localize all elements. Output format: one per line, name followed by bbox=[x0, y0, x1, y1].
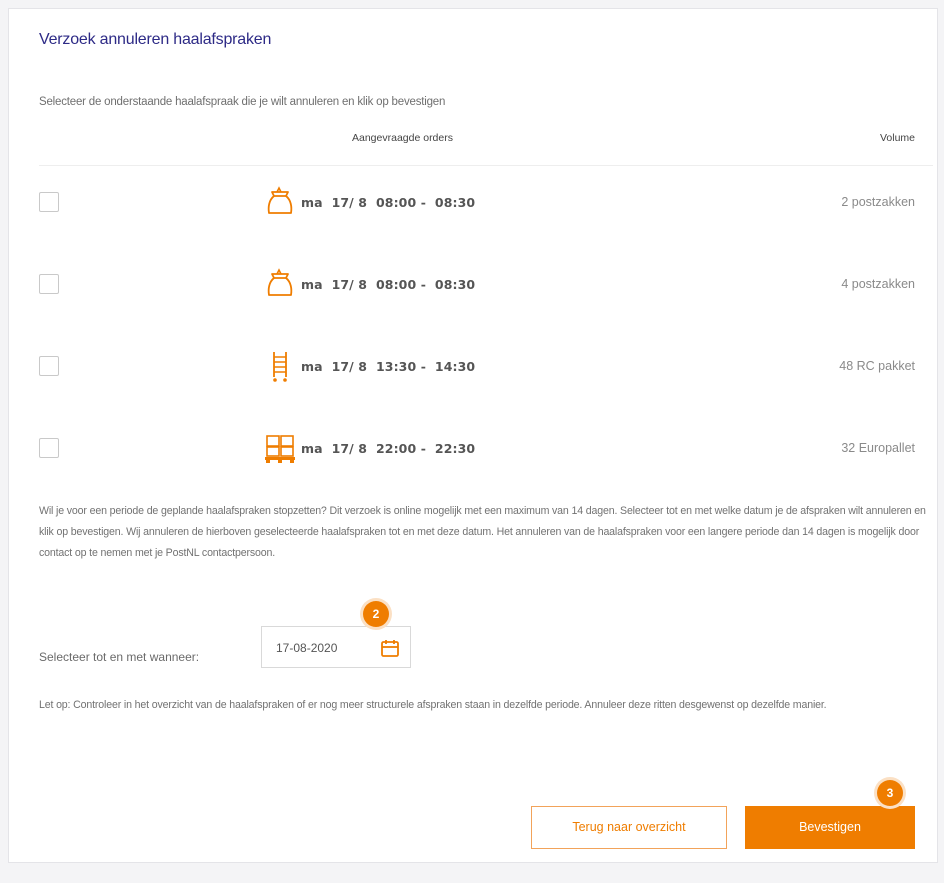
order-time: ma 17/ 8 13:30 - 14:30 bbox=[301, 359, 476, 374]
confirm-button[interactable]: Bevestigen bbox=[745, 806, 915, 849]
row-checkbox[interactable] bbox=[39, 438, 59, 458]
step-badge-confirm: 3 bbox=[877, 780, 903, 806]
end-date-value: 17-08-2020 bbox=[276, 641, 338, 655]
back-to-overview-button[interactable]: Terug naar overzicht bbox=[531, 806, 727, 849]
note-text: Let op: Controleer in het overzicht van … bbox=[39, 699, 827, 711]
table-header: Aangevraagde orders Volume bbox=[39, 127, 933, 166]
euro-pallet-icon bbox=[265, 435, 295, 463]
order-time: ma 17/ 8 22:00 - 22:30 bbox=[301, 441, 476, 456]
roll-container-icon bbox=[273, 352, 287, 382]
table-row: ma 17/ 8 08:00 - 08:30 2 postzakken bbox=[39, 183, 933, 223]
calendar-icon[interactable] bbox=[380, 638, 400, 658]
order-time: ma 17/ 8 08:00 - 08:30 bbox=[301, 277, 476, 292]
intro-text: Selecteer de onderstaande haalafspraak d… bbox=[39, 96, 446, 108]
order-volume: 32 Europallet bbox=[841, 441, 915, 455]
period-info-text: Wil je voor een periode de geplande haal… bbox=[39, 505, 926, 559]
order-time: ma 17/ 8 08:00 - 08:30 bbox=[301, 195, 476, 210]
cancel-request-card: Verzoek annuleren haalafspraken Selectee… bbox=[8, 8, 938, 863]
column-header-volume: Volume bbox=[879, 132, 915, 144]
column-header-orders: Aangevraagde orders bbox=[352, 132, 453, 144]
step-badge-date: 2 bbox=[363, 601, 389, 627]
end-date-input[interactable]: 17-08-2020 bbox=[261, 626, 411, 668]
mail-bag-icon bbox=[267, 186, 293, 214]
order-volume: 4 postzakken bbox=[841, 277, 915, 291]
order-volume: 2 postzakken bbox=[841, 195, 915, 209]
date-label: Selecteer tot en met wanneer: bbox=[39, 650, 200, 664]
row-checkbox[interactable] bbox=[39, 356, 59, 376]
table-row: ma 17/ 8 13:30 - 14:30 48 RC pakket bbox=[39, 347, 933, 387]
page-title: Verzoek annuleren haalafspraken bbox=[39, 31, 272, 48]
table-row: ma 17/ 8 22:00 - 22:30 32 Europallet bbox=[39, 429, 933, 469]
order-volume: 48 RC pakket bbox=[839, 359, 915, 373]
table-row: ma 17/ 8 08:00 - 08:30 4 postzakken bbox=[39, 265, 933, 305]
row-checkbox[interactable] bbox=[39, 274, 59, 294]
mail-bag-icon bbox=[267, 268, 293, 296]
row-checkbox[interactable] bbox=[39, 192, 59, 212]
